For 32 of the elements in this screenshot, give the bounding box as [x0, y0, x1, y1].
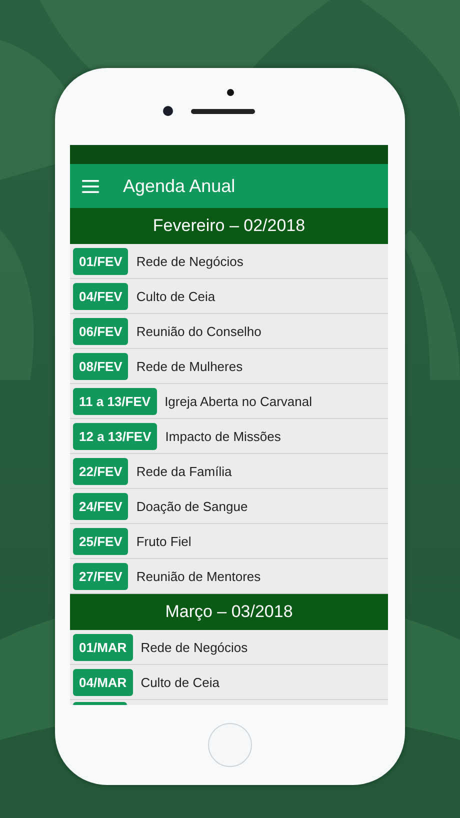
date-badge: 27/FEV: [73, 562, 128, 590]
menu-icon[interactable]: [82, 180, 99, 192]
event-name: Rede da Família: [136, 464, 232, 478]
date-badge: [73, 702, 127, 705]
sensor-dot: [226, 89, 234, 96]
camera-dot: [163, 106, 173, 116]
date-badge: 11 a 13/FEV: [73, 388, 157, 414]
event-name: Rede de Mulheres: [136, 358, 243, 374]
event-name: Reunião do Conselho: [136, 324, 262, 338]
app-title: Agenda Anual: [123, 176, 236, 196]
date-badge: 08/FEV: [73, 352, 128, 380]
event-name: Culto de Ceia: [136, 288, 216, 304]
month-header: Fevereiro – 02/2018: [70, 208, 388, 244]
date-badge: 12 a 13/FEV: [73, 422, 158, 450]
date-badge: 06/FEV: [73, 318, 128, 344]
date-badge: 25/FEV: [73, 528, 128, 554]
event-name: Impacto de Missões: [165, 428, 281, 444]
date-badge: 22/FEV: [73, 458, 128, 484]
date-badge: 04/MAR: [73, 668, 133, 696]
speaker-slot: [191, 108, 255, 114]
date-badge: 04/FEV: [73, 282, 128, 310]
date-badge: 24/FEV: [73, 492, 128, 520]
month-header: Março – 03/2018: [70, 594, 388, 630]
date-badge: 01/MAR: [73, 634, 133, 660]
event-name: Igreja Aberta no Carvanal: [164, 394, 312, 408]
event-name: Culto de Ceia: [140, 674, 220, 690]
event-name: Doação de Sangue: [136, 498, 248, 514]
event-name: Rede de Negócios: [140, 640, 248, 654]
event-name: Rede de Negócios: [136, 254, 244, 268]
date-badge: 01/FEV: [73, 248, 128, 274]
event-name: Fruto Fiel: [136, 534, 192, 548]
event-name: Reunião de Mentores: [136, 568, 261, 584]
